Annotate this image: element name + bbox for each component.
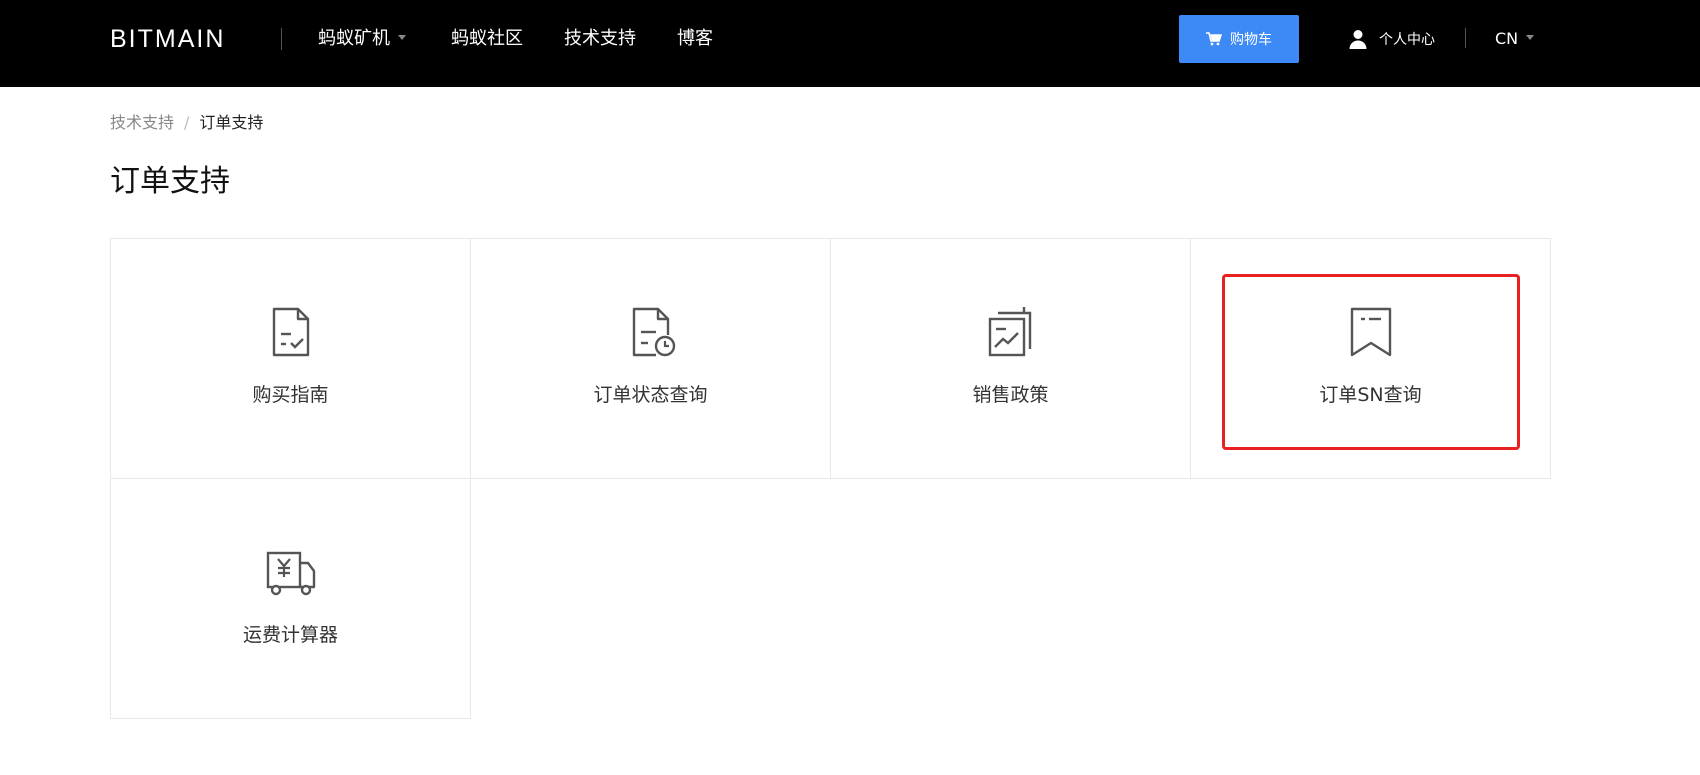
cart-button-label: 购物车 bbox=[1230, 32, 1272, 48]
document-clock-icon bbox=[632, 307, 675, 357]
breadcrumb-current: 订单支持 bbox=[199, 113, 264, 132]
chevron-down-icon bbox=[1526, 35, 1535, 40]
nav-item-community[interactable]: 蚂蚁社区 bbox=[451, 26, 523, 52]
cart-icon bbox=[1206, 32, 1222, 46]
nav-item-antminer-label: 蚂蚁矿机 bbox=[318, 28, 390, 49]
bitmain-logo[interactable]: BITMAIN bbox=[110, 24, 225, 54]
freight-yuan-icon bbox=[266, 551, 315, 596]
document-check-icon bbox=[272, 307, 309, 357]
page-title: 订单支持 bbox=[110, 164, 230, 199]
bookmark-icon bbox=[1350, 307, 1391, 357]
cart-button[interactable]: 购物车 bbox=[1179, 15, 1299, 63]
order-support-grid: 购买指南 订单状态查询 销售政策 订单SN查询 运费计算器 bbox=[110, 238, 1552, 719]
card-label: 订单状态查询 bbox=[593, 384, 708, 406]
chevron-down-icon bbox=[398, 34, 406, 40]
card-order-sn-lookup[interactable]: 订单SN查询 bbox=[1190, 238, 1551, 479]
breadcrumb: 技术支持 / 订单支持 bbox=[110, 112, 263, 134]
language-selector[interactable]: CN bbox=[1495, 26, 1535, 52]
user-icon bbox=[1349, 30, 1367, 49]
card-label: 运费计算器 bbox=[242, 624, 338, 646]
card-label: 销售政策 bbox=[972, 384, 1049, 406]
user-divider bbox=[1465, 28, 1466, 48]
card-label: 订单SN查询 bbox=[1319, 384, 1422, 406]
card-order-status[interactable]: 订单状态查询 bbox=[470, 238, 831, 479]
nav-item-blog[interactable]: 博客 bbox=[677, 26, 713, 52]
nav-item-antminer[interactable]: 蚂蚁矿机 bbox=[318, 26, 406, 52]
card-purchase-guide[interactable]: 购买指南 bbox=[110, 238, 471, 479]
top-navigation-bar: BITMAIN 蚂蚁矿机 蚂蚁社区 技术支持 博客 购物车 个人中心 CN bbox=[0, 0, 1700, 87]
user-center-link[interactable]: 个人中心 bbox=[1349, 26, 1435, 52]
breadcrumb-tech-support[interactable]: 技术支持 bbox=[110, 113, 174, 132]
language-label: CN bbox=[1495, 29, 1519, 48]
card-freight-calculator[interactable]: 运费计算器 bbox=[110, 478, 471, 719]
document-chart-icon bbox=[988, 307, 1031, 357]
user-center-label: 个人中心 bbox=[1379, 32, 1435, 48]
nav-item-tech-support[interactable]: 技术支持 bbox=[564, 26, 636, 52]
card-label: 购买指南 bbox=[252, 384, 329, 406]
breadcrumb-separator: / bbox=[184, 113, 190, 132]
card-sales-policy[interactable]: 销售政策 bbox=[830, 238, 1191, 479]
logo-divider bbox=[281, 28, 282, 50]
